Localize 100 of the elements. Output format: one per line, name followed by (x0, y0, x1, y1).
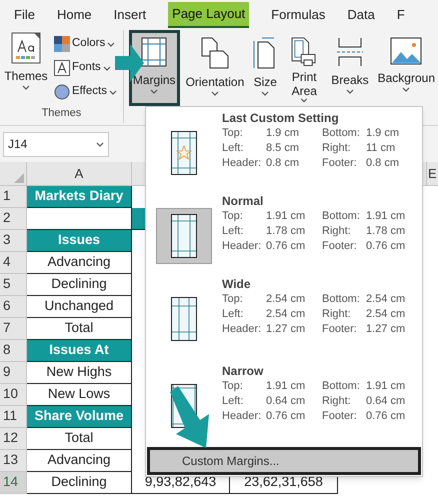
row-header[interactable]: 4 (0, 252, 27, 274)
theme-menu-button[interactable]: Effects (54, 82, 117, 102)
color-swatch-icon (54, 36, 70, 52)
table-cell: Declining (27, 472, 132, 494)
orientation-icon (200, 37, 230, 69)
header-cell: Issues At (27, 340, 132, 362)
caret-icon (261, 91, 270, 96)
field-value: 11 cm (366, 141, 396, 156)
field-value: 8.5 cm (266, 141, 300, 156)
field-label: Top: (222, 379, 244, 394)
row-header[interactable]: 2 (0, 208, 27, 230)
column-header[interactable]: E (426, 162, 438, 185)
field-value: 2.54 cm (366, 292, 406, 308)
table-cell: Total (27, 318, 132, 340)
ribbon-tab[interactable]: Page Layout (168, 2, 250, 28)
field-label: Header: (222, 409, 262, 424)
caret-icon (102, 66, 111, 70)
row-header[interactable]: 12 (0, 428, 27, 450)
table-cell: Declining (27, 274, 132, 296)
themes-button[interactable]: Themes (3, 30, 49, 104)
field-value: 1.91 cm (266, 209, 306, 224)
field-label: Bottom: (322, 292, 361, 308)
field-label: Header: (222, 322, 262, 338)
caret-icon (150, 89, 158, 94)
field-value: 0.64 cm (266, 394, 306, 410)
field-value: 1.91 cm (366, 209, 406, 224)
field-value: 0.8 cm (366, 156, 400, 171)
field-label: Footer: (322, 239, 358, 254)
field-label: Bottom: (322, 209, 361, 224)
ribbon-button[interactable]: Backgroun (374, 30, 438, 106)
theme-menu-button[interactable]: Colors (54, 34, 117, 54)
page-margins-icon (171, 297, 197, 342)
field-value: 1.9 cm (266, 126, 300, 141)
ribbon-button[interactable]: Size (250, 30, 280, 106)
field-value: 1.27 cm (266, 322, 306, 338)
ribbon-button[interactable]: Breaks (328, 30, 372, 106)
field-label: Top: (222, 209, 244, 224)
field-value: 1.27 cm (366, 322, 406, 338)
table-cell: Total (27, 428, 132, 450)
table-cell: New Lows (27, 384, 132, 406)
page-breaks-icon (336, 37, 363, 67)
field-value: 1.78 cm (366, 224, 406, 240)
ribbon-button[interactable]: Margins (128, 30, 180, 106)
field-value: 1.91 cm (366, 379, 406, 394)
caret-icon (108, 90, 117, 94)
field-label: Bottom: (322, 126, 361, 141)
field-value: 0.64 cm (366, 394, 406, 410)
row-header[interactable]: 11 (0, 406, 27, 428)
row-header[interactable]: 1 (0, 186, 27, 208)
caret-icon (107, 42, 116, 46)
row-header[interactable]: 14 (0, 472, 27, 494)
field-label: Footer: (322, 156, 358, 171)
margin-option[interactable]: Wide Top: 2.54 cm Bottom: 2.54 cm Left: 2.54 cm Right: 2.54 cm Header: 1.27 cm Footer: 1.27 cm (146, 277, 422, 360)
field-value: 0.76 cm (366, 239, 406, 254)
option-title: Normal (222, 194, 264, 210)
row-header[interactable]: 8 (0, 340, 27, 362)
ribbon-tab[interactable]: Insert (114, 2, 146, 28)
margin-option[interactable]: Normal Top: 1.91 cm Bottom: 1.91 cm Left: 1.78 cm Right: 1.78 cm Header: 0.76 cm Footer: 0.76 cm (146, 194, 422, 278)
field-label: Right: (322, 307, 352, 322)
row-header[interactable]: 5 (0, 274, 27, 296)
ribbon-button[interactable]: Print Area (283, 30, 326, 106)
name-box[interactable]: J14 (3, 132, 109, 156)
ribbon-tab[interactable]: Data (347, 2, 375, 28)
row-header[interactable]: 13 (0, 450, 27, 472)
option-title: Wide (222, 277, 252, 292)
ribbon-tab[interactable]: Formulas (271, 2, 326, 28)
print-area-icon (290, 37, 318, 66)
row-header[interactable]: 3 (0, 230, 27, 252)
field-value: 0.76 cm (266, 239, 306, 254)
page-margins-icon (141, 37, 168, 67)
themes-icon (11, 32, 41, 64)
field-label: Footer: (322, 322, 358, 338)
row-header[interactable]: 7 (0, 318, 27, 340)
theme-menu-button[interactable]: Fonts (54, 58, 117, 78)
caret-icon (96, 142, 104, 146)
field-label: Right: (322, 394, 352, 410)
field-value: 1.78 cm (266, 224, 306, 240)
ribbon-button[interactable]: Orientation (182, 30, 248, 106)
ribbon-tab[interactable]: File (14, 2, 35, 28)
margin-option[interactable]: Last Custom Setting Top: 1.9 cm Bottom: 1.9 cm Left: 8.5 cm Right: 11 cm Header: 0.8 cm Footer: 0.8 cm (146, 111, 422, 194)
column-header[interactable]: A (27, 162, 132, 185)
field-label: Right: (322, 224, 352, 240)
field-value: 2.54 cm (266, 307, 306, 322)
field-value: 0.8 cm (266, 156, 300, 171)
field-label: Left: (222, 307, 244, 322)
option-title: Last Custom Setting (222, 111, 340, 126)
header-cell: Markets Diary (27, 186, 132, 208)
row-header[interactable]: 10 (0, 384, 27, 406)
row-header[interactable]: 9 (0, 362, 27, 384)
row-header[interactable]: 6 (0, 296, 27, 318)
group-label: Themes (42, 106, 82, 120)
ribbon-tab[interactable]: Home (56, 2, 92, 28)
custom-margins-button[interactable]: Custom Margins... (147, 447, 421, 475)
field-label: Left: (222, 394, 244, 410)
ribbon-tab[interactable]: F (396, 2, 405, 28)
page-margins-icon (171, 214, 197, 258)
option-title: Narrow (222, 364, 264, 380)
font-icon (54, 60, 70, 76)
page-margins-icon (171, 131, 197, 175)
field-label: Left: (222, 224, 244, 240)
